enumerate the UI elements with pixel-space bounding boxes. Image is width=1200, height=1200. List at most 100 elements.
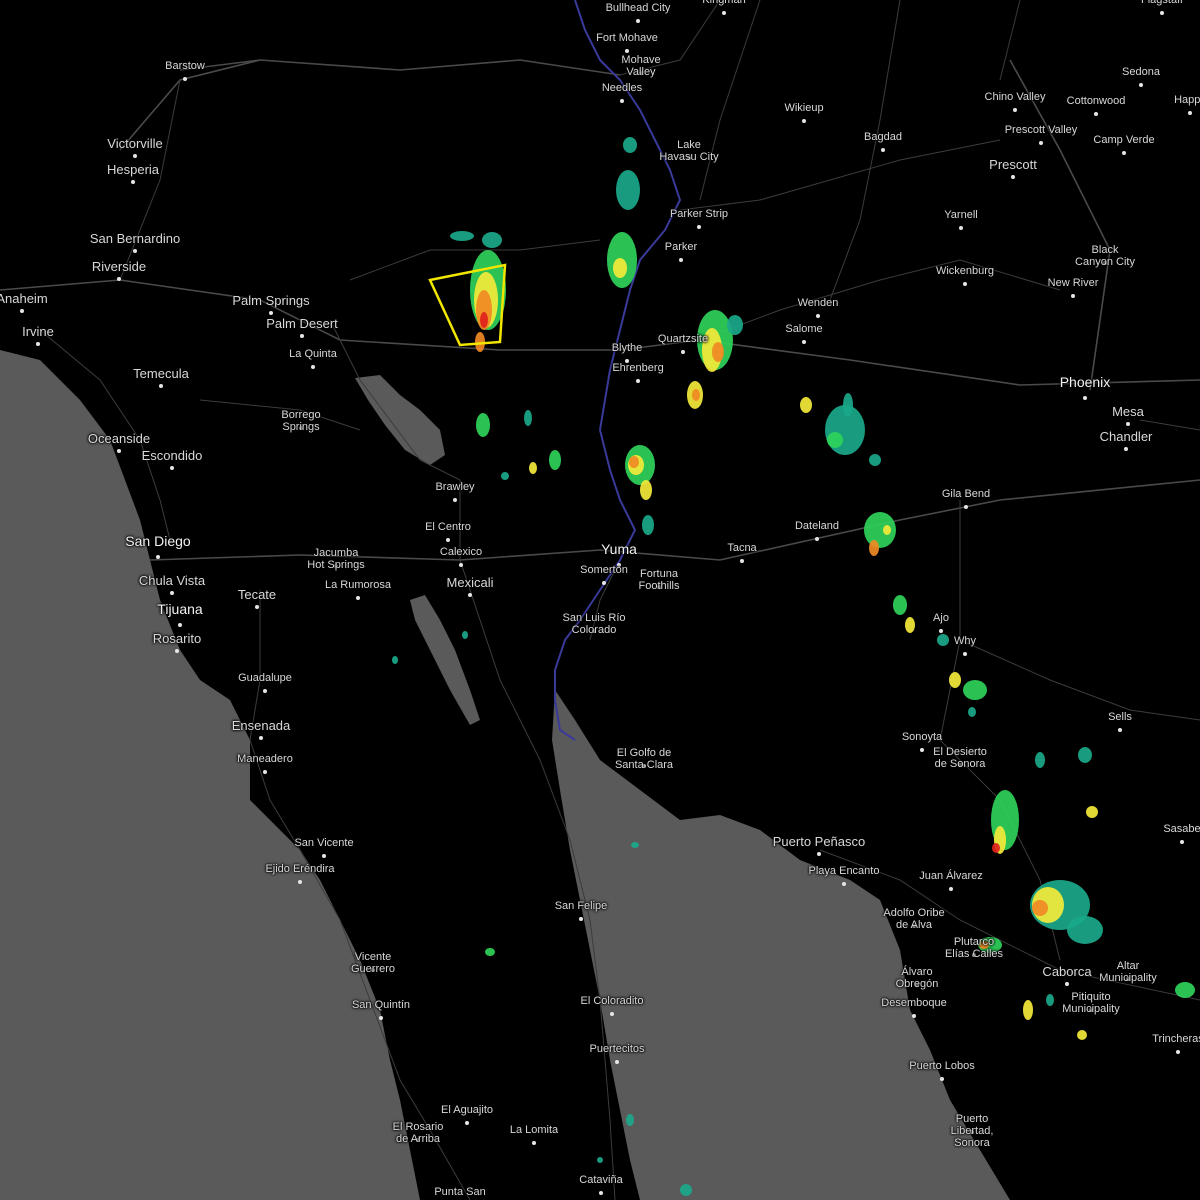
city-label[interactable]: Riverside xyxy=(92,260,146,274)
city-label[interactable]: Tacna xyxy=(727,542,756,554)
city-label[interactable]: Fortuna Foothills xyxy=(639,568,680,592)
city-label[interactable]: Plutarco Elías Calles xyxy=(945,936,1003,960)
city-label[interactable]: Mexicali xyxy=(447,576,494,590)
city-label[interactable]: Playa Encanto xyxy=(809,865,880,877)
city-label[interactable]: Hesperia xyxy=(107,163,159,177)
city-label[interactable]: El Centro xyxy=(425,521,471,533)
city-label[interactable]: Mesa xyxy=(1112,405,1144,419)
city-label[interactable]: San Bernardino xyxy=(90,232,180,246)
city-label[interactable]: Puerto Libertad, Sonora xyxy=(951,1113,994,1149)
city-label[interactable]: Rosarito xyxy=(153,632,201,646)
city-label[interactable]: Tecate xyxy=(238,588,276,602)
city-label[interactable]: Needles xyxy=(602,82,642,94)
city-label[interactable]: Sedona xyxy=(1122,66,1160,78)
city-label[interactable]: Barstow xyxy=(165,60,205,72)
city-label[interactable]: Phoenix xyxy=(1060,375,1111,390)
city-label[interactable]: Victorville xyxy=(107,137,162,151)
city-label[interactable]: Camp Verde xyxy=(1093,134,1154,146)
city-label[interactable]: Adolfo Oribe de Alva xyxy=(883,907,944,931)
city-label[interactable]: El Golfo de Santa Clara xyxy=(615,747,673,771)
city-label[interactable]: Puertecitos xyxy=(589,1043,644,1055)
city-label[interactable]: Oceanside xyxy=(88,432,150,446)
city-label[interactable]: Wickenburg xyxy=(936,265,994,277)
city-label[interactable]: Puerto Lobos xyxy=(909,1060,974,1072)
city-label[interactable]: Chandler xyxy=(1100,430,1153,444)
city-label[interactable]: Wenden xyxy=(798,297,839,309)
city-label[interactable]: Cataviña xyxy=(579,1174,622,1186)
city-label[interactable]: Black Canyon City xyxy=(1075,244,1135,268)
city-label[interactable]: Chula Vista xyxy=(139,574,205,588)
city-label[interactable]: Ajo xyxy=(933,612,949,624)
city-label[interactable]: La Lomita xyxy=(510,1124,558,1136)
city-label[interactable]: El Aguajito xyxy=(441,1104,493,1116)
city-dot xyxy=(959,226,963,230)
city-label[interactable]: Tijuana xyxy=(157,602,202,617)
city-label[interactable]: Juan Álvarez xyxy=(919,870,983,882)
city-label[interactable]: Ehrenberg xyxy=(612,362,663,374)
city-label[interactable]: Dateland xyxy=(795,520,839,532)
city-label[interactable]: Bullhead City xyxy=(606,2,671,14)
city-label[interactable]: Prescott xyxy=(989,158,1037,172)
city-label[interactable]: Palm Desert xyxy=(266,317,338,331)
city-label[interactable]: San Diego xyxy=(125,534,190,549)
city-label[interactable]: Caborca xyxy=(1042,965,1091,979)
city-label[interactable]: Álvaro Obregón xyxy=(896,966,939,990)
city-label[interactable]: El Coloradito xyxy=(581,995,644,1007)
city-label[interactable]: Desemboque xyxy=(881,997,946,1009)
city-label[interactable]: Fort Mohave xyxy=(596,32,658,44)
city-label[interactable]: Jacumba Hot Springs xyxy=(307,547,364,571)
city-label[interactable]: Mohave Valley xyxy=(621,54,660,78)
city-label[interactable]: San Felipe xyxy=(555,900,608,912)
city-label[interactable]: Gila Bend xyxy=(942,488,990,500)
city-label[interactable]: Ensenada xyxy=(232,719,291,733)
city-label[interactable]: La Quinta xyxy=(289,348,337,360)
city-label[interactable]: Ejido Eréndira xyxy=(265,863,334,875)
city-label[interactable]: Vicente Guerrero xyxy=(351,951,395,975)
city-label[interactable]: Sonoyta xyxy=(902,731,942,743)
city-label[interactable]: Irvine xyxy=(22,325,54,339)
city-label[interactable]: Sasabe xyxy=(1163,823,1200,835)
city-label[interactable]: Kingman xyxy=(702,0,745,6)
city-label[interactable]: Pitiquito Municipality xyxy=(1062,991,1119,1015)
city-label[interactable]: Palm Springs xyxy=(232,294,309,308)
city-label[interactable]: Somerton xyxy=(580,564,628,576)
city-label[interactable]: Parker Strip xyxy=(670,208,728,220)
city-label[interactable]: Escondido xyxy=(142,449,203,463)
city-label[interactable]: New River xyxy=(1048,277,1099,289)
city-label[interactable]: Quartzsite xyxy=(658,333,708,345)
city-label[interactable]: San Luis Río Colorado xyxy=(563,612,626,636)
city-label[interactable]: Guadalupe xyxy=(238,672,292,684)
city-label[interactable]: Lake Havasu City xyxy=(659,139,718,163)
city-label[interactable]: Cottonwood xyxy=(1067,95,1126,107)
city-label[interactable]: Flagstaff xyxy=(1141,0,1183,6)
city-label[interactable]: Wikieup xyxy=(784,102,823,114)
city-label[interactable]: Brawley xyxy=(435,481,474,493)
city-label[interactable]: Salome xyxy=(785,323,822,335)
city-label[interactable]: Calexico xyxy=(440,546,482,558)
city-label[interactable]: San Vicente xyxy=(294,837,353,849)
city-label[interactable]: Bagdad xyxy=(864,131,902,143)
city-label[interactable]: Punta San xyxy=(434,1186,485,1198)
city-label[interactable]: Altar Municipality xyxy=(1099,960,1156,984)
city-label[interactable]: Parker xyxy=(665,241,697,253)
city-label[interactable]: Chino Valley xyxy=(985,91,1046,103)
radar-map[interactable]: Bullhead City Fort Mohave Mohave Valley Need… xyxy=(0,0,1200,1200)
city-label[interactable]: Puerto Peñasco xyxy=(773,835,866,849)
city-label[interactable]: La Rumorosa xyxy=(325,579,391,591)
city-label[interactable]: El Desierto de Sonora xyxy=(933,746,987,770)
map-canvas[interactable] xyxy=(0,0,1200,1200)
city-label[interactable]: Happy xyxy=(1174,94,1200,106)
city-label[interactable]: Borrego Springs xyxy=(281,409,320,433)
city-label[interactable]: Yuma xyxy=(601,542,637,557)
city-label[interactable]: Blythe xyxy=(612,342,643,354)
city-label[interactable]: Sells xyxy=(1108,711,1132,723)
city-label[interactable]: Yarnell xyxy=(944,209,977,221)
city-label[interactable]: Prescott Valley xyxy=(1005,124,1078,136)
city-label[interactable]: El Rosario de Arriba xyxy=(393,1121,444,1145)
city-label[interactable]: Trincheras xyxy=(1152,1033,1200,1045)
city-label[interactable]: Anaheim xyxy=(0,292,48,306)
city-label[interactable]: Why xyxy=(954,635,976,647)
city-label[interactable]: San Quintín xyxy=(352,999,410,1011)
city-label[interactable]: Temecula xyxy=(133,367,189,381)
city-label[interactable]: Maneadero xyxy=(237,753,293,765)
